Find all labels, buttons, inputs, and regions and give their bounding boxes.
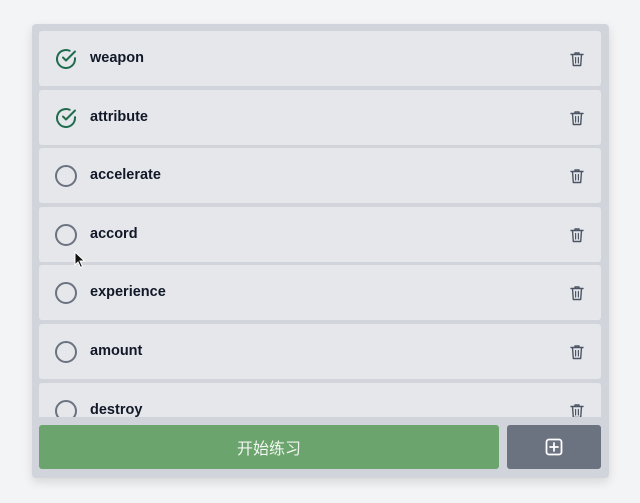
word-list: weapon attribute accelerate accord experienc… [39,31,601,417]
word-row[interactable]: experience [39,265,601,321]
trash-icon[interactable] [570,285,584,301]
empty-circle-icon[interactable] [54,223,78,247]
trash-icon[interactable] [570,51,584,67]
word-list-panel: weapon attribute accelerate accord experienc… [32,24,609,478]
empty-circle-icon[interactable] [54,399,78,417]
word-label: accord [90,225,138,242]
word-row[interactable]: attribute [39,89,601,145]
check-circle-icon[interactable] [54,47,78,71]
check-circle-icon[interactable] [54,106,78,130]
word-label: accelerate [90,167,161,184]
plus-square-icon [545,438,563,456]
trash-icon[interactable] [570,110,584,126]
word-row[interactable]: destroy [39,382,601,417]
word-label: destroy [90,401,143,417]
word-label: amount [90,342,143,359]
word-label: weapon [90,50,144,66]
word-label: experience [90,284,166,301]
trash-icon[interactable] [570,403,584,417]
empty-circle-icon[interactable] [54,164,78,188]
empty-circle-icon[interactable] [54,281,78,305]
add-word-button[interactable] [507,425,601,469]
word-row[interactable]: accord [39,206,601,262]
word-label: attribute [90,108,148,125]
trash-icon[interactable] [570,168,584,184]
word-row[interactable]: accelerate [39,148,601,204]
word-row[interactable]: amount [39,323,601,379]
trash-icon[interactable] [570,344,584,360]
empty-circle-icon[interactable] [54,340,78,364]
word-row[interactable]: weapon [39,31,601,86]
start-practice-button[interactable]: 开始练习 [39,425,499,469]
trash-icon[interactable] [570,227,584,243]
